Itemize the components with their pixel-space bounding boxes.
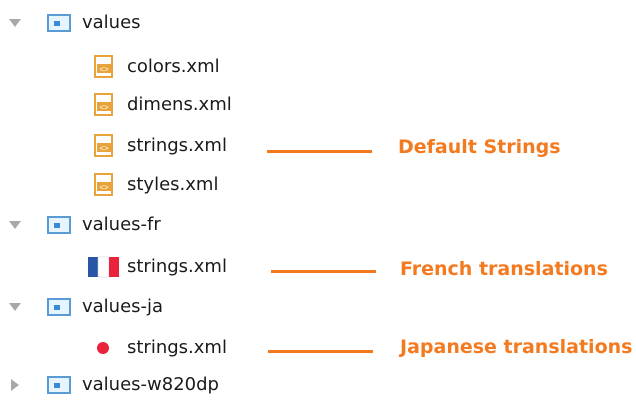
japanese-flag-icon bbox=[88, 336, 119, 360]
tree-file-styles-xml[interactable]: <> styles.xml bbox=[0, 170, 636, 200]
tree-file-colors-xml[interactable]: <> colors.xml bbox=[0, 52, 636, 82]
folder-label: values-ja bbox=[82, 296, 164, 317]
file-label: colors.xml bbox=[127, 56, 220, 77]
xml-file-icon: <> bbox=[92, 134, 116, 158]
tree-folder-values-ja[interactable]: values-ja bbox=[0, 292, 636, 322]
french-flag-icon bbox=[88, 255, 119, 279]
annotation-connector bbox=[268, 350, 373, 353]
folder-icon bbox=[47, 216, 71, 234]
svg-text:<>: <> bbox=[99, 183, 109, 192]
expand-arrow-icon[interactable] bbox=[9, 303, 21, 311]
annotation-french-translations: French translations bbox=[400, 258, 608, 280]
folder-label: values bbox=[82, 12, 141, 33]
tree-folder-values[interactable]: values bbox=[0, 8, 636, 38]
folder-label: values-fr bbox=[82, 214, 161, 235]
file-label: dimens.xml bbox=[127, 94, 232, 115]
file-label: strings.xml bbox=[127, 337, 227, 358]
tree-file-dimens-xml[interactable]: <> dimens.xml bbox=[0, 90, 636, 120]
folder-icon bbox=[47, 298, 71, 316]
annotation-connector bbox=[267, 150, 372, 153]
collapse-arrow-icon[interactable] bbox=[11, 379, 19, 391]
xml-file-icon: <> bbox=[92, 173, 116, 197]
svg-text:<>: <> bbox=[99, 103, 109, 112]
file-label: strings.xml bbox=[127, 135, 227, 156]
svg-text:<>: <> bbox=[99, 65, 109, 74]
annotation-japanese-translations: Japanese translations bbox=[400, 336, 633, 358]
annotation-default-strings: Default Strings bbox=[398, 136, 561, 158]
annotation-connector bbox=[271, 270, 376, 273]
folder-icon bbox=[47, 376, 71, 394]
folder-icon bbox=[47, 14, 71, 32]
xml-file-icon: <> bbox=[92, 55, 116, 79]
file-label: strings.xml bbox=[127, 256, 227, 277]
file-label: styles.xml bbox=[127, 174, 219, 195]
xml-file-icon: <> bbox=[92, 93, 116, 117]
expand-arrow-icon[interactable] bbox=[9, 19, 21, 27]
svg-text:<>: <> bbox=[99, 144, 109, 153]
tree-folder-values-fr[interactable]: values-fr bbox=[0, 210, 636, 240]
expand-arrow-icon[interactable] bbox=[9, 221, 21, 229]
folder-label: values-w820dp bbox=[82, 374, 219, 395]
